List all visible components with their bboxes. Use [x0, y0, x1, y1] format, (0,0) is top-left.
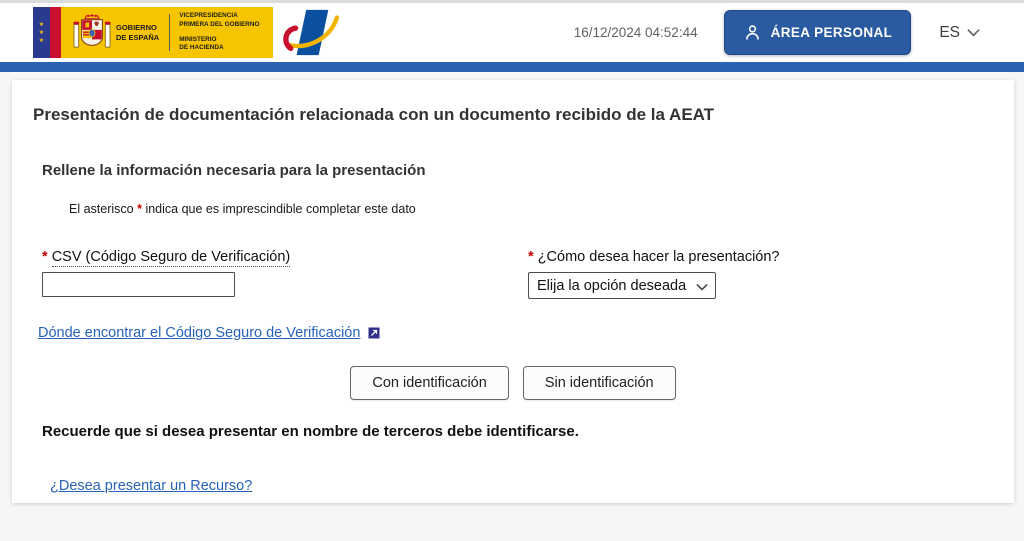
vicepresidencia-line1: VICEPRESIDENCIA: [179, 12, 238, 20]
spain-flag-yellow-stripe: [61, 7, 69, 58]
ministerio-line2: DE HACIENDA: [179, 44, 224, 52]
presentation-label-text: ¿Cómo desea hacer la presentación?: [537, 249, 780, 265]
gobierno-espana-logo[interactable]: ★ ★ ★ GOBIERNO DE ESPAÑA VICEPRESIDENCIA…: [33, 7, 274, 58]
eu-flag-stripe: ★ ★ ★: [33, 7, 50, 58]
area-personal-button[interactable]: ÁREA PERSONAL: [723, 10, 912, 55]
sin-identificacion-button[interactable]: Sin identificación: [522, 366, 676, 400]
csv-input[interactable]: [42, 272, 235, 297]
gobierno-line1: GOBIERNO: [116, 23, 157, 33]
action-buttons: Con identificación Sin identificación: [33, 366, 993, 400]
vicepresidencia-line2: PRIMERA DEL GOBIERNO: [179, 20, 260, 28]
accent-bar: [0, 62, 1024, 72]
third-party-reminder: Recuerde que si desea presentar en nombr…: [42, 423, 579, 440]
gobierno-line2: DE ESPAÑA: [116, 32, 160, 42]
presentation-select[interactable]: Elija la opción deseada: [528, 272, 716, 299]
asterisk-note: El asterisco * indica que es imprescindi…: [69, 202, 993, 216]
presentation-label: * ¿Cómo desea hacer la presentación?: [528, 249, 780, 265]
star-icon: ★: [38, 37, 45, 44]
aeat-logo[interactable]: [282, 7, 340, 59]
csv-help-row: Dónde encontrar el Código Seguro de Veri…: [38, 325, 993, 341]
star-icon: ★: [38, 29, 45, 36]
recurso-link[interactable]: ¿Desea presentar un Recurso?: [50, 478, 252, 494]
required-asterisk: *: [42, 249, 48, 265]
person-icon: [745, 25, 759, 40]
star-icon: ★: [38, 21, 45, 28]
external-link-icon: [368, 327, 380, 339]
language-selector[interactable]: ES: [939, 24, 980, 42]
ministerio-line1: MINISTERIO: [179, 36, 217, 43]
logo-divider: [169, 14, 171, 51]
presentation-field-group: * ¿Cómo desea hacer la presentación? Eli…: [528, 249, 780, 299]
note-prefix: El asterisco: [69, 202, 134, 216]
spain-coat-of-arms-icon: [73, 13, 111, 48]
chevron-down-icon: [967, 29, 980, 37]
csv-field-group: * CSV (Código Seguro de Verificación): [42, 249, 528, 299]
page-title: Presentación de documentación relacionad…: [33, 105, 715, 124]
section-subtitle: Rellene la información necesaria para la…: [42, 162, 426, 179]
header: ★ ★ ★ GOBIERNO DE ESPAÑA VICEPRESIDENCIA…: [0, 3, 1024, 62]
spain-flag-red-stripe: [50, 7, 61, 58]
ministry-text: VICEPRESIDENCIA PRIMERA DEL GOBIERNO MIN…: [179, 7, 273, 58]
note-suffix: indica que es imprescindible completar e…: [145, 202, 416, 216]
csv-help-link[interactable]: Dónde encontrar el Código Seguro de Veri…: [38, 325, 360, 341]
form-row: * CSV (Código Seguro de Verificación) * …: [42, 249, 993, 299]
con-identificacion-button[interactable]: Con identificación: [350, 366, 509, 400]
required-asterisk: *: [137, 202, 142, 216]
datetime-display: 16/12/2024 04:52:44: [573, 25, 698, 40]
area-personal-label: ÁREA PERSONAL: [770, 25, 893, 40]
csv-label: * CSV (Código Seguro de Verificación): [42, 249, 528, 267]
gobierno-text: GOBIERNO DE ESPAÑA: [116, 7, 159, 58]
language-label: ES: [939, 23, 960, 41]
csv-label-text: CSV (Código Seguro de Verificación): [51, 249, 291, 267]
content-card: Presentación de documentación relacionad…: [12, 80, 1014, 503]
required-asterisk: *: [528, 249, 534, 265]
